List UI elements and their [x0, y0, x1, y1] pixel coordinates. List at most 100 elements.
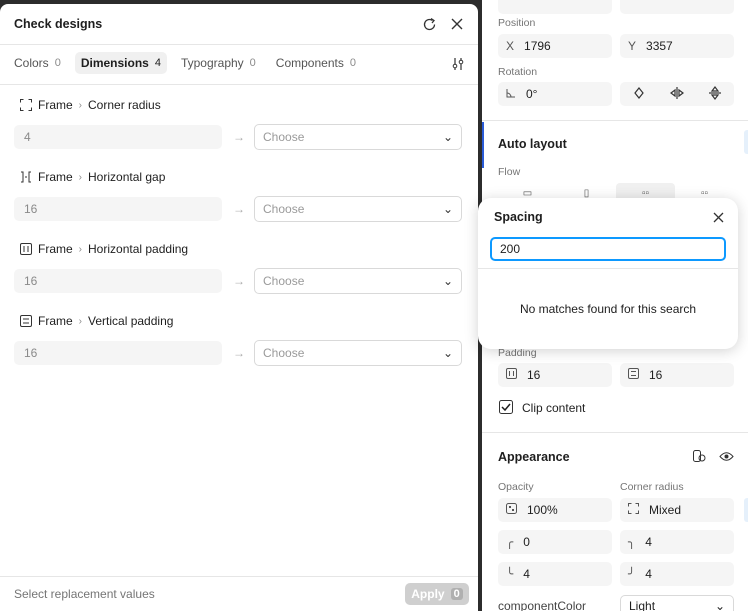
- spacing-popover: Spacing No matches found for this search: [478, 198, 738, 349]
- arrow-right-icon: →: [233, 202, 245, 216]
- tab-count: 4: [154, 57, 161, 69]
- chevron-down-icon: ⌄: [442, 346, 453, 360]
- divider: [478, 268, 738, 269]
- vertical-padding-field[interactable]: 16: [620, 363, 734, 387]
- replacement-select[interactable]: Choose ⌄: [254, 268, 462, 294]
- clip-content-checkbox[interactable]: [494, 395, 518, 419]
- choose-placeholder: Choose: [263, 202, 305, 216]
- variable-mode-icon[interactable]: [686, 444, 712, 468]
- spacing-search-input[interactable]: [490, 237, 726, 261]
- chevron-right-icon: ›: [78, 243, 83, 255]
- arrow-right-icon: →: [233, 130, 245, 144]
- corner-radius-label: Corner radius: [620, 481, 684, 493]
- component-color-label: componentColor: [498, 599, 587, 611]
- tab-typography[interactable]: Typography 0: [175, 52, 262, 74]
- chevron-right-icon: ›: [78, 171, 83, 183]
- opacity-value: 100%: [527, 503, 558, 517]
- row-property-label: Horizontal padding: [88, 242, 189, 256]
- row-vertical-padding-header: Frame › Vertical padding: [20, 314, 173, 328]
- divider: [0, 576, 478, 577]
- tab-count: 0: [54, 57, 61, 69]
- vertical-padding-icon: [628, 368, 639, 382]
- corner-bottom-right-value: 4: [645, 567, 652, 581]
- flow-label: Flow: [498, 166, 521, 178]
- current-value: 4: [14, 125, 222, 149]
- tab-label: Components: [275, 56, 344, 70]
- corner-radius-icon: [628, 503, 639, 517]
- row-frame-label: Frame: [38, 314, 73, 328]
- choose-placeholder: Choose: [263, 130, 305, 144]
- rotate-90-icon[interactable]: [632, 86, 646, 103]
- component-color-select[interactable]: Light ⌄: [620, 595, 734, 611]
- appearance-title: Appearance: [498, 450, 570, 464]
- replacement-select[interactable]: Choose ⌄: [254, 340, 462, 366]
- corner-radius-value: Mixed: [649, 503, 682, 517]
- rotation-field[interactable]: 0°: [498, 82, 612, 106]
- divider: [0, 84, 478, 85]
- corner-bottom-right-field[interactable]: ╯ 4: [620, 562, 734, 586]
- row-horizontal-gap-header: Frame › Horizontal gap: [20, 170, 165, 184]
- auto-layout-title: Auto layout: [498, 137, 567, 151]
- popover-title: Spacing: [494, 210, 543, 224]
- x-prefix: X: [506, 39, 515, 53]
- chevron-down-icon: ⌄: [714, 599, 725, 611]
- apply-count: 0: [450, 588, 463, 600]
- corner-top-left-value: 0: [523, 535, 530, 549]
- align-field[interactable]: [498, 0, 612, 14]
- corner-radius-field[interactable]: Mixed: [620, 498, 734, 522]
- eye-icon[interactable]: [713, 444, 739, 468]
- selection-indicator: [744, 498, 748, 522]
- tab-colors[interactable]: Colors 0: [8, 52, 67, 74]
- row-property-label: Vertical padding: [88, 314, 174, 328]
- flip-vertical-icon[interactable]: [708, 85, 722, 103]
- horizontal-padding-field[interactable]: 16: [498, 363, 612, 387]
- dialog-title: Check designs: [14, 17, 103, 31]
- apply-button[interactable]: Apply 0: [405, 583, 469, 605]
- x-position-field[interactable]: X 1796: [498, 34, 612, 58]
- opacity-label: Opacity: [498, 481, 534, 493]
- current-value: 16: [14, 197, 222, 221]
- corner-bottom-right-icon: ╯: [628, 567, 636, 581]
- replacement-select[interactable]: Choose ⌄: [254, 124, 462, 150]
- chevron-right-icon: ›: [78, 315, 83, 327]
- corner-bottom-left-field[interactable]: ╰ 4: [498, 562, 612, 586]
- replacement-select[interactable]: Choose ⌄: [254, 196, 462, 222]
- row-property-label: Corner radius: [88, 98, 161, 112]
- rotation-label: Rotation: [498, 66, 538, 78]
- section-highlight: [482, 122, 484, 168]
- close-icon[interactable]: [447, 14, 467, 34]
- component-color-value: Light: [629, 599, 656, 611]
- horizontal-padding-icon: [506, 368, 517, 382]
- align-field-right[interactable]: [620, 0, 734, 14]
- chevron-down-icon: ⌄: [442, 130, 453, 144]
- flip-horizontal-icon[interactable]: [670, 86, 684, 103]
- tab-components[interactable]: Components 0: [270, 52, 362, 74]
- divider: [482, 432, 748, 433]
- opacity-field[interactable]: 100%: [498, 498, 612, 522]
- tab-label: Dimensions: [80, 56, 149, 70]
- corner-top-right-field[interactable]: ╮ 4: [620, 530, 734, 554]
- chevron-down-icon: ⌄: [442, 274, 453, 288]
- horizontal-padding-value: 16: [527, 368, 541, 382]
- clip-content-label: Clip content: [522, 401, 586, 415]
- row-corner-radius-header: Frame › Corner radius: [20, 98, 161, 112]
- rotation-value: 0°: [526, 87, 538, 101]
- tab-label: Typography: [180, 56, 244, 70]
- tab-count: 0: [349, 57, 356, 69]
- vertical-padding-icon: [20, 315, 32, 327]
- opacity-icon: [506, 503, 517, 517]
- chevron-down-icon: ⌄: [442, 202, 453, 216]
- filter-settings-icon[interactable]: [448, 54, 468, 74]
- horizontal-padding-icon: [20, 243, 32, 255]
- vertical-padding-value: 16: [649, 368, 663, 382]
- refresh-icon[interactable]: [419, 14, 439, 34]
- y-position-value: 3357: [646, 39, 673, 53]
- y-position-field[interactable]: Y 3357: [620, 34, 734, 58]
- rotation-icon: [506, 87, 516, 101]
- tab-dimensions[interactable]: Dimensions 4: [74, 52, 167, 74]
- close-icon[interactable]: [711, 210, 725, 224]
- corner-top-left-field[interactable]: ╭ 0: [498, 530, 612, 554]
- current-value: 16: [14, 269, 222, 293]
- corner-radius-icon: [20, 99, 32, 111]
- row-frame-label: Frame: [38, 98, 73, 112]
